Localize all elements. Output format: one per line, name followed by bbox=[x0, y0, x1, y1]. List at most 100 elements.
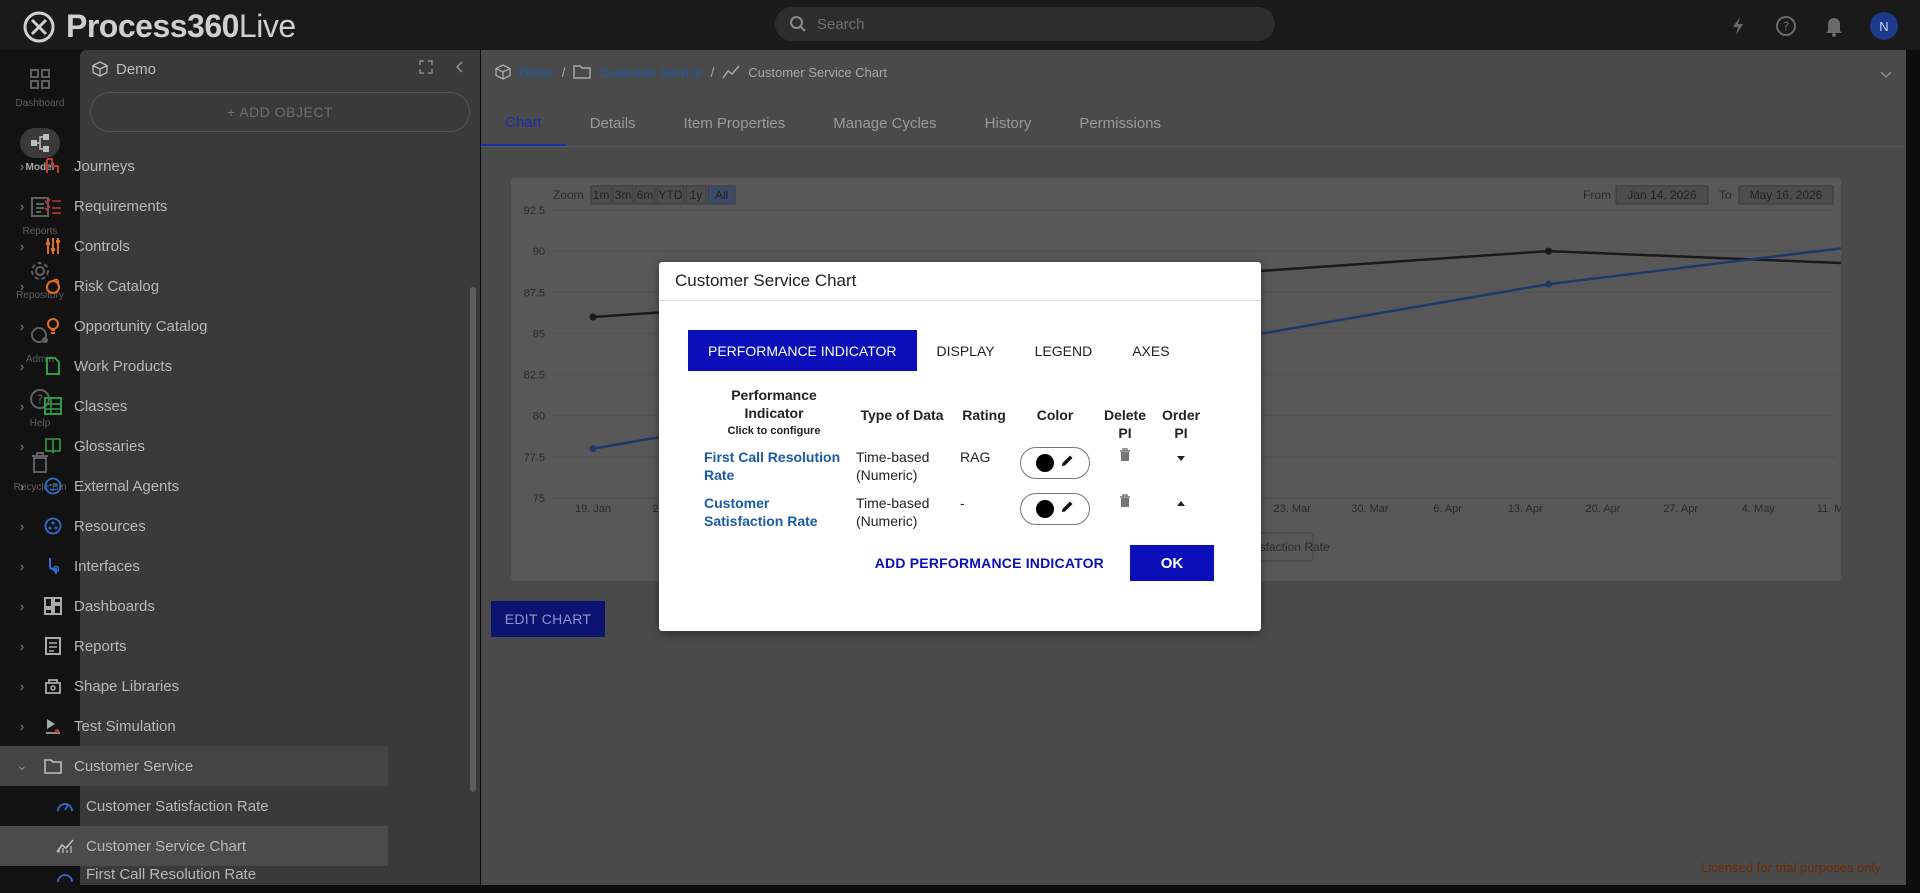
add-object-button[interactable]: + ADD OBJECT bbox=[90, 92, 470, 132]
chevron-right-icon[interactable]: › bbox=[0, 479, 30, 494]
avatar[interactable]: N bbox=[1870, 12, 1898, 40]
app-name: Process360Live bbox=[66, 8, 296, 44]
tab-details[interactable]: Details bbox=[566, 100, 660, 146]
breadcrumb: Demo / Customer Service / Customer Servi… bbox=[495, 64, 887, 80]
add-performance-indicator-button[interactable]: ADD PERFORMANCE INDICATOR bbox=[875, 555, 1104, 571]
tree-item-customer-service-chart[interactable]: Customer Service Chart bbox=[0, 826, 388, 866]
tab-performance-indicator[interactable]: PERFORMANCE INDICATOR bbox=[688, 330, 917, 371]
chevron-right-icon[interactable]: › bbox=[0, 439, 30, 454]
pi-link[interactable]: First Call Resolution Rate bbox=[698, 444, 850, 490]
chevron-right-icon[interactable]: › bbox=[0, 279, 30, 294]
color-picker[interactable] bbox=[1020, 447, 1090, 479]
tree-item-test-simulation[interactable]: › Test Simulation bbox=[0, 706, 388, 746]
collapse-panel-icon[interactable] bbox=[454, 60, 464, 78]
chevron-right-icon[interactable]: › bbox=[0, 599, 30, 614]
tree-item-journeys[interactable]: › Journeys bbox=[0, 146, 388, 186]
tab-legend[interactable]: LEGEND bbox=[1015, 330, 1113, 371]
y-tick-label: 82.5 bbox=[524, 370, 545, 382]
chevron-down-icon[interactable] bbox=[1880, 66, 1892, 84]
chevron-right-icon[interactable]: › bbox=[0, 559, 30, 574]
panel-title: Demo bbox=[116, 60, 157, 78]
chevron-right-icon[interactable]: › bbox=[0, 679, 30, 694]
chevron-right-icon[interactable]: › bbox=[0, 359, 30, 374]
tree-item-customer-satisfaction-rate[interactable]: Customer Satisfaction Rate bbox=[0, 786, 388, 826]
panel-scrollbar[interactable] bbox=[470, 287, 476, 792]
search-bar[interactable] bbox=[775, 7, 1275, 41]
breadcrumb-separator: / bbox=[710, 64, 715, 80]
search-input[interactable] bbox=[817, 15, 1257, 33]
app-logo[interactable]: Process360Live bbox=[22, 8, 296, 45]
help-icon[interactable]: ? bbox=[1774, 14, 1798, 38]
x-tick-label: 6. Apr bbox=[1433, 503, 1462, 515]
chevron-right-icon[interactable]: › bbox=[0, 319, 30, 334]
search-icon bbox=[790, 16, 806, 32]
bell-icon[interactable] bbox=[1822, 14, 1846, 38]
lightbulb-icon bbox=[42, 315, 64, 337]
tree-item-classes[interactable]: › Classes bbox=[0, 386, 388, 426]
tab-display[interactable]: DISPLAY bbox=[917, 330, 1015, 371]
expand-icon[interactable] bbox=[419, 60, 433, 78]
tree-item-dashboards[interactable]: › Dashboards bbox=[0, 586, 388, 626]
chevron-right-icon[interactable]: › bbox=[0, 199, 30, 214]
x-tick-label: 27. Apr bbox=[1663, 503, 1698, 515]
pi-link[interactable]: Customer Satisfaction Rate bbox=[698, 490, 850, 536]
tab-manage-cycles[interactable]: Manage Cycles bbox=[809, 100, 960, 146]
chevron-right-icon[interactable]: › bbox=[0, 159, 30, 174]
book-icon bbox=[42, 435, 64, 457]
tree-item-shape-libraries[interactable]: › Shape Libraries bbox=[0, 666, 388, 706]
resources-icon bbox=[42, 515, 64, 537]
chevron-right-icon[interactable]: › bbox=[0, 239, 30, 254]
tree-item-customer-service[interactable]: ⌄ Customer Service bbox=[0, 746, 388, 786]
chevron-right-icon[interactable]: › bbox=[0, 399, 30, 414]
tab-chart[interactable]: Chart bbox=[481, 100, 566, 146]
move-down-icon[interactable] bbox=[1176, 449, 1186, 465]
tree-item-glossaries[interactable]: › Glossaries bbox=[0, 426, 388, 466]
table-row: Customer Satisfaction Rate Time-based (N… bbox=[698, 490, 1208, 536]
move-up-icon[interactable] bbox=[1176, 495, 1186, 511]
chevron-right-icon[interactable]: › bbox=[0, 639, 30, 654]
shapes-icon bbox=[42, 675, 64, 697]
breadcrumb-root[interactable]: Demo bbox=[519, 65, 554, 80]
order-cell bbox=[1154, 444, 1208, 490]
chart-config-dialog: Customer Service Chart PERFORMANCE INDIC… bbox=[659, 262, 1261, 631]
tab-permissions[interactable]: Permissions bbox=[1055, 100, 1185, 146]
sliders-icon bbox=[42, 235, 64, 257]
trash-icon[interactable] bbox=[1119, 494, 1131, 511]
delete-cell bbox=[1096, 490, 1154, 536]
chevron-down-icon[interactable]: ⌄ bbox=[0, 758, 30, 774]
chevron-right-icon[interactable]: › bbox=[0, 519, 30, 534]
header-pi: Performance Indicator Click to configure bbox=[698, 386, 850, 444]
ok-button[interactable]: OK bbox=[1130, 545, 1214, 581]
x-tick-label: 13. Apr bbox=[1508, 503, 1543, 515]
color-cell bbox=[1014, 444, 1096, 490]
tree-item-reports[interactable]: › Reports bbox=[0, 626, 388, 666]
edit-chart-button[interactable]: EDIT CHART bbox=[491, 601, 605, 637]
rail-dashboard[interactable]: Dashboard bbox=[0, 64, 80, 109]
svg-text:?: ? bbox=[1783, 20, 1789, 34]
tree-item-opportunity-catalog[interactable]: › Opportunity Catalog bbox=[0, 306, 388, 346]
journeys-icon bbox=[42, 155, 64, 177]
table-icon bbox=[42, 395, 64, 417]
tree-item-interfaces[interactable]: › Interfaces bbox=[0, 546, 388, 586]
tab-axes[interactable]: AXES bbox=[1112, 330, 1189, 371]
data-point bbox=[589, 445, 597, 453]
header-order: Order PI bbox=[1161, 407, 1201, 441]
tree-item-risk-catalog[interactable]: › Risk Catalog bbox=[0, 266, 388, 306]
x-tick-label: 11. May bbox=[1817, 503, 1841, 515]
breadcrumb-folder[interactable]: Customer Service bbox=[599, 65, 702, 80]
header-color: Color bbox=[1036, 407, 1074, 423]
pi-table: Performance Indicator Click to configure … bbox=[698, 386, 1208, 536]
tree-item-requirements[interactable]: › Requirements bbox=[0, 186, 388, 226]
to-label: To bbox=[1719, 188, 1732, 202]
tab-item-properties[interactable]: Item Properties bbox=[660, 100, 810, 146]
lightning-icon[interactable] bbox=[1726, 14, 1750, 38]
chevron-right-icon[interactable]: › bbox=[0, 719, 30, 734]
tree-item-external-agents[interactable]: › External Agents bbox=[0, 466, 388, 506]
tree-item-controls[interactable]: › Controls bbox=[0, 226, 388, 266]
tree-item-first-call-resolution-rate[interactable]: First Call Resolution Rate bbox=[0, 866, 388, 886]
tree-item-work-products[interactable]: › Work Products bbox=[0, 346, 388, 386]
tree-item-resources[interactable]: › Resources bbox=[0, 506, 388, 546]
trash-icon[interactable] bbox=[1119, 448, 1131, 465]
tab-history[interactable]: History bbox=[961, 100, 1056, 146]
color-picker[interactable] bbox=[1020, 493, 1090, 525]
